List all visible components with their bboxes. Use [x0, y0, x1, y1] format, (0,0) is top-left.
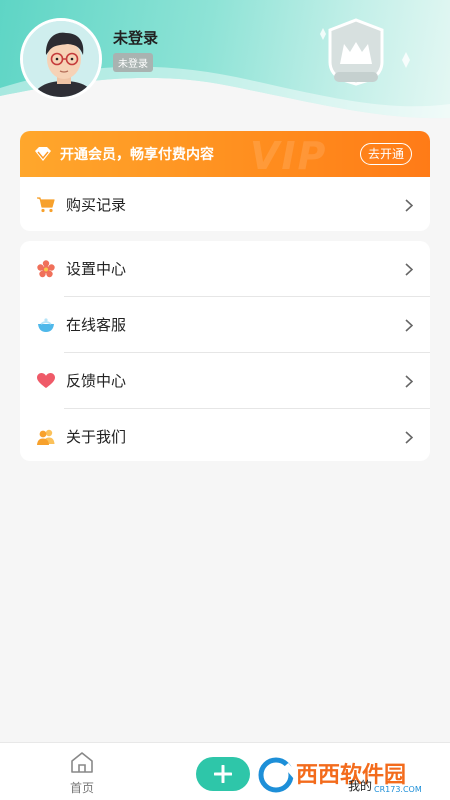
chevron-right-icon [405, 429, 414, 448]
menu-item-label: 设置中心 [66, 260, 127, 278]
avatar[interactable] [20, 18, 102, 100]
vip-card: VIP 开通会员，畅享付费内容 去开通 购买记录 [20, 131, 430, 231]
menu-item-about[interactable]: 关于我们 [20, 409, 430, 461]
vip-watermark: VIP [250, 134, 328, 178]
chevron-right-icon [405, 317, 414, 336]
vip-promo-text: 开通会员，畅享付费内容 [60, 147, 214, 163]
heart-icon [37, 372, 55, 390]
vip-crown-badge [312, 16, 416, 90]
menu-item-feedback[interactable]: 反馈中心 [20, 353, 430, 408]
diamond-icon [34, 147, 52, 161]
purchase-record-label: 购买记录 [66, 196, 127, 214]
chevron-right-icon [405, 197, 414, 216]
menu-card: 设置中心 在线客服 反馈中心 关于我们 [20, 241, 430, 461]
watermark-sub: CR173.COM [374, 785, 422, 794]
menu-item-service[interactable]: 在线客服 [20, 297, 430, 352]
user-name[interactable]: 未登录 [113, 27, 158, 48]
settings-flower-icon [37, 259, 55, 278]
users-icon [37, 428, 55, 446]
open-vip-button[interactable]: 去开通 [359, 143, 412, 165]
menu-item-label: 关于我们 [66, 428, 127, 446]
cart-icon [37, 196, 55, 214]
tab-home-label: 首页 [69, 781, 94, 795]
menu-item-label: 反馈中心 [66, 372, 127, 390]
purchase-record-item[interactable]: 购买记录 [20, 177, 430, 231]
menu-item-settings[interactable]: 设置中心 [20, 241, 430, 296]
menu-item-label: 在线客服 [66, 316, 127, 334]
tab-home[interactable]: 首页 [60, 751, 104, 796]
home-icon [60, 751, 104, 777]
service-bowl-icon [37, 316, 55, 334]
chevron-right-icon [405, 261, 414, 280]
chevron-right-icon [405, 373, 414, 392]
tab-mine[interactable]: 我的 [348, 777, 372, 794]
site-watermark: 西西软件园 CR173.COM [256, 755, 431, 795]
plus-icon [214, 765, 232, 783]
vip-banner[interactable]: VIP 开通会员，畅享付费内容 去开通 [20, 131, 430, 178]
bottom-tabbar: 首页 西西软件园 CR173.COM 我的 [0, 742, 450, 800]
login-status-badge: 未登录 [113, 53, 153, 72]
add-button[interactable] [196, 757, 250, 791]
